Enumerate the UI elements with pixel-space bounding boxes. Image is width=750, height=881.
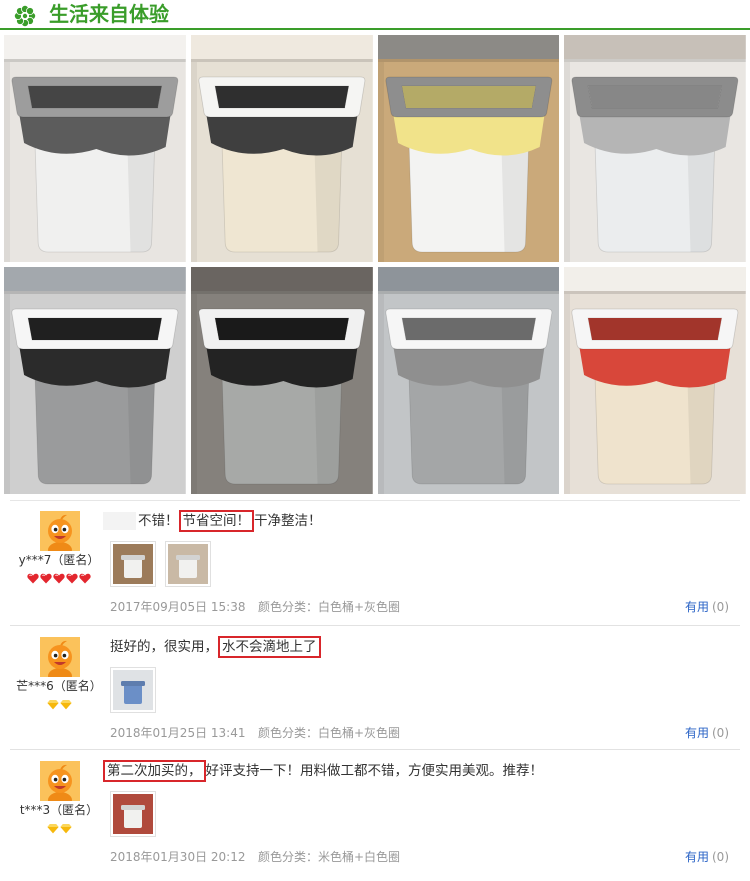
- reviewer-name: t***3（匿名）: [19, 803, 99, 817]
- redacted-text: [103, 512, 136, 530]
- avatar: [40, 637, 80, 677]
- reviewer-rank: [0, 699, 118, 710]
- review-text-segment: 挺好的，很实用，: [110, 639, 218, 655]
- red-heart-icon: [66, 573, 78, 584]
- red-heart-icon: [53, 573, 65, 584]
- review-photo-thumbnail[interactable]: [110, 541, 156, 587]
- review-text-segment: 不错！: [138, 513, 179, 529]
- red-heart-icon: [40, 573, 52, 584]
- product-photo: [4, 267, 186, 494]
- sku-info: 颜色分类：米色桶+白色圈: [258, 850, 401, 864]
- sku-info: 颜色分类：白色桶+灰色圈: [258, 726, 401, 740]
- product-photo: [377, 267, 560, 494]
- useful-button[interactable]: 有用: [685, 850, 709, 864]
- red-heart-icon: [27, 573, 39, 584]
- highlighted-review-text: 节省空间！: [178, 510, 254, 532]
- review-text-segment: 好评支持一下！用料做工都不错，方便实用美观。推荐！: [205, 763, 544, 779]
- review-item: t***3（匿名） 第二次加买的， 好评支持一下！用料做工都不错，方便实用美观。推…: [0, 750, 750, 881]
- useful-count: (0): [712, 850, 729, 864]
- review-photos: [110, 541, 220, 587]
- useful-count: (0): [712, 600, 729, 614]
- review-text: 挺好的，很实用， 水不会滴地上了: [110, 636, 321, 658]
- product-photo: [190, 267, 373, 494]
- yellow-diamond-icon: [46, 699, 59, 710]
- product-photo: [564, 35, 746, 262]
- product-photo: [190, 35, 373, 262]
- review-date: 2018年01月30日 20:12: [110, 850, 246, 864]
- product-photo: [564, 267, 746, 494]
- useful-button[interactable]: 有用: [685, 600, 709, 614]
- review-photo-thumbnail[interactable]: [110, 667, 156, 713]
- review-text-segment: 干净整洁！: [254, 513, 322, 529]
- avatar: [40, 511, 80, 551]
- section-title: 生活来自体验: [49, 2, 169, 26]
- review-date: 2017年09月05日 15:38: [110, 600, 246, 614]
- reviewer-rank: [0, 823, 118, 834]
- sku-info: 颜色分类：白色桶+灰色圈: [258, 600, 401, 614]
- review-photo-thumbnail[interactable]: [110, 791, 156, 837]
- highlighted-review-text: 水不会滴地上了: [218, 636, 321, 658]
- product-photo: [4, 35, 186, 262]
- useful-count: (0): [712, 726, 729, 740]
- reviewer-rank: [0, 573, 118, 584]
- review-text: 不错！ 节省空间！ 干净整洁！: [103, 510, 322, 532]
- section-header: 生活来自体验: [0, 0, 750, 31]
- useful-button[interactable]: 有用: [685, 726, 709, 740]
- red-heart-icon: [79, 573, 91, 584]
- yellow-diamond-icon: [59, 823, 72, 834]
- flower-icon: [12, 3, 38, 29]
- review-text: 第二次加买的， 好评支持一下！用料做工都不错，方便实用美观。推荐！: [103, 760, 543, 782]
- highlighted-review-text: 第二次加买的，: [103, 760, 206, 782]
- product-photo-gallery: [4, 35, 746, 494]
- review-item: 芒***6（匿名） 挺好的，很实用， 水不会滴地上了 2018年01月25日 13…: [0, 626, 750, 750]
- header-underline: [0, 28, 750, 30]
- review-date: 2018年01月25日 13:41: [110, 726, 246, 740]
- review-photos: [110, 667, 165, 713]
- review-photo-thumbnail[interactable]: [165, 541, 211, 587]
- avatar: [40, 761, 80, 801]
- review-item: y***7（匿名） 不错！ 节省空间！ 干净整洁！ 2017年09月05日 15:3…: [0, 500, 750, 626]
- yellow-diamond-icon: [46, 823, 59, 834]
- reviewer-name: 芒***6（匿名）: [16, 679, 102, 693]
- yellow-diamond-icon: [59, 699, 72, 710]
- reviewer-name: y***7（匿名）: [18, 553, 100, 567]
- product-photo: [377, 35, 560, 262]
- review-photos: [110, 791, 165, 837]
